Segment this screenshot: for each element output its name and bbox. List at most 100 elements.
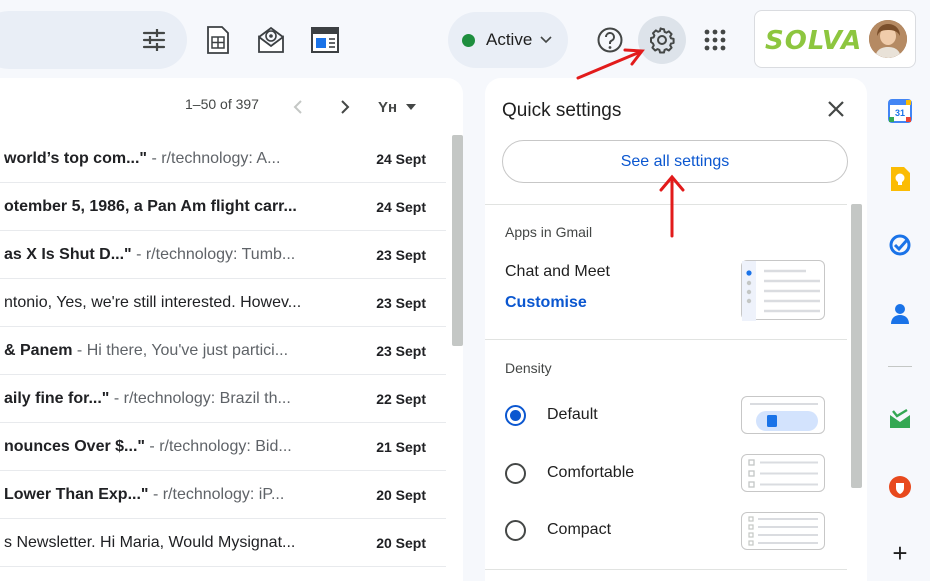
contacts-icon (891, 304, 909, 324)
table-row[interactable]: as X Is Shut D..." - r/technology: Tumb.… (0, 231, 446, 279)
mail-snippet: - r/technology: Brazil th... (109, 389, 291, 407)
caret-down-icon (406, 104, 417, 110)
table-row[interactable]: Lower Than Exp..." - r/technology: iP...… (0, 471, 446, 519)
google-apps-button[interactable] (697, 22, 733, 58)
account-switcher[interactable]: SOLVA (754, 10, 916, 68)
calendar-button[interactable]: 31 (887, 98, 913, 124)
mail-preview-text: aily fine for..." - r/technology: Brazil… (4, 390, 312, 408)
mail-merge-icon (258, 26, 284, 53)
mail-snippet: - r/technology: iP... (148, 485, 285, 503)
layout-app-button[interactable] (303, 18, 347, 62)
status-dropdown[interactable]: Active (448, 12, 568, 68)
density-default-label: Default (547, 406, 598, 423)
density-comfortable-radio[interactable] (505, 463, 526, 484)
chevron-left-icon[interactable] (288, 96, 308, 118)
mail-subject: as X Is Shut D..." (4, 245, 132, 263)
addon-shield-button[interactable] (887, 474, 913, 500)
close-icon[interactable] (825, 98, 847, 120)
help-button[interactable] (592, 22, 628, 58)
divider (485, 569, 847, 570)
brand-logo: SOLVA (765, 26, 863, 56)
mail-subject: world’s top com..." (4, 149, 147, 167)
table-row[interactable]: ntonio, Yes, we're still interested. How… (0, 279, 446, 327)
settings-button[interactable] (638, 16, 686, 64)
status-label: Active (486, 30, 533, 49)
quick-settings-panel: Quick settings See all settings Apps in … (485, 78, 867, 581)
add-icon: + (892, 538, 908, 568)
mail-subject: nounces Over $..." (4, 437, 145, 455)
table-row[interactable]: otember 5, 1986, a Pan Am flight carr...… (0, 183, 446, 231)
mail-date: 23 Sept (376, 342, 426, 359)
mail-date: 21 Sept (376, 438, 426, 455)
mail-preview-text: Lower Than Exp..." - r/technology: iP... (4, 486, 312, 504)
table-row[interactable]: world’s top com..." - r/technology: A...… (0, 135, 446, 183)
gear-icon (650, 27, 675, 54)
top-bar: Active SOLVA (0, 0, 930, 78)
mail-preview-text: nounces Over $..." - r/technology: Bid..… (4, 438, 312, 456)
avatar[interactable] (869, 20, 907, 58)
keep-icon (891, 167, 910, 191)
density-default-radio[interactable] (505, 405, 526, 426)
density-comfortable-label: Comfortable (547, 464, 635, 481)
table-row[interactable]: & Panem - Hi there, You've just partici.… (0, 327, 446, 375)
mail-date: 24 Sept (376, 150, 426, 167)
status-indicator (462, 33, 475, 47)
mail-date: 24 Sept (376, 198, 426, 215)
side-panel-rail: 31 + (878, 78, 922, 581)
density-compact-preview (741, 512, 825, 550)
mail-preview-text: s Newsletter. Hi Maria, Would Mysignat..… (4, 534, 312, 552)
density-compact-label: Compact (547, 521, 612, 538)
quick-settings-scrollbar[interactable] (851, 204, 862, 488)
mail-preview-text: & Panem - Hi there, You've just partici.… (4, 342, 312, 360)
keep-button[interactable] (887, 166, 913, 192)
mail-preview-text: as X Is Shut D..." - r/technology: Tumb.… (4, 246, 312, 264)
mail-merge-app-button[interactable] (249, 18, 293, 62)
mail-date: 23 Sept (376, 294, 426, 311)
mail-subject: s Newsletter. Hi Maria, Would Mysignat..… (4, 533, 296, 551)
profile-photo (869, 20, 907, 58)
density-section-title: Density (505, 360, 552, 376)
see-all-settings-button[interactable]: See all settings (502, 140, 848, 183)
sheets-icon (207, 26, 229, 54)
table-row[interactable]: s Newsletter. Hi Maria, Would Mysignat..… (0, 519, 446, 567)
mail-scrollbar[interactable] (452, 135, 463, 346)
mail-date: 23 Sept (376, 246, 426, 263)
shield-icon (889, 476, 911, 498)
addon-mail-button[interactable] (887, 406, 913, 432)
layout-icon (311, 27, 339, 53)
mail-subject: aily fine for..." (4, 389, 110, 407)
density-default-preview (741, 396, 825, 434)
table-row[interactable]: nounces Over $..." - r/technology: Bid..… (0, 423, 446, 471)
sheets-app-button[interactable] (196, 18, 240, 62)
mail-date: 20 Sept (376, 534, 426, 551)
contacts-button[interactable] (887, 300, 913, 326)
input-tools-button[interactable]: Yʜ (378, 94, 420, 120)
mail-preview-text: ntonio, Yes, we're still interested. How… (4, 294, 312, 312)
divider (485, 339, 847, 340)
mail-subject: ntonio, Yes, we're still interested. How… (4, 293, 302, 311)
tasks-icon (889, 234, 911, 256)
quick-settings-title: Quick settings (502, 100, 622, 121)
calendar-icon: 31 (888, 99, 912, 123)
mail-snippet: - r/technology: Bid... (144, 437, 292, 455)
rail-divider (888, 366, 912, 367)
search-options-button[interactable] (136, 22, 172, 58)
mail-date: 20 Sept (376, 486, 426, 503)
density-compact-radio[interactable] (505, 520, 526, 541)
density-comfortable-preview (741, 454, 825, 492)
chevron-right-icon[interactable] (335, 96, 355, 118)
add-addon-button[interactable]: + (887, 540, 913, 566)
chevron-down-icon (540, 36, 552, 44)
add-on-icon (890, 408, 910, 428)
table-row[interactable]: aily fine for..." - r/technology: Brazil… (0, 375, 446, 423)
mail-list-panel: 1–50 of 397 Yʜ world’s top com..." - r/t… (0, 78, 463, 581)
tasks-button[interactable] (887, 232, 913, 258)
mail-snippet: - r/technology: Tumb... (131, 245, 296, 263)
apps-grid-icon (704, 29, 726, 51)
input-tools-label: Yʜ (378, 98, 398, 116)
mail-snippet: - Hi there, You've just partici... (72, 341, 289, 359)
calendar-day: 31 (895, 108, 905, 118)
customise-link[interactable]: Customise (505, 294, 587, 312)
filter-icon (142, 29, 166, 51)
pager-text: 1–50 of 397 (185, 96, 259, 112)
